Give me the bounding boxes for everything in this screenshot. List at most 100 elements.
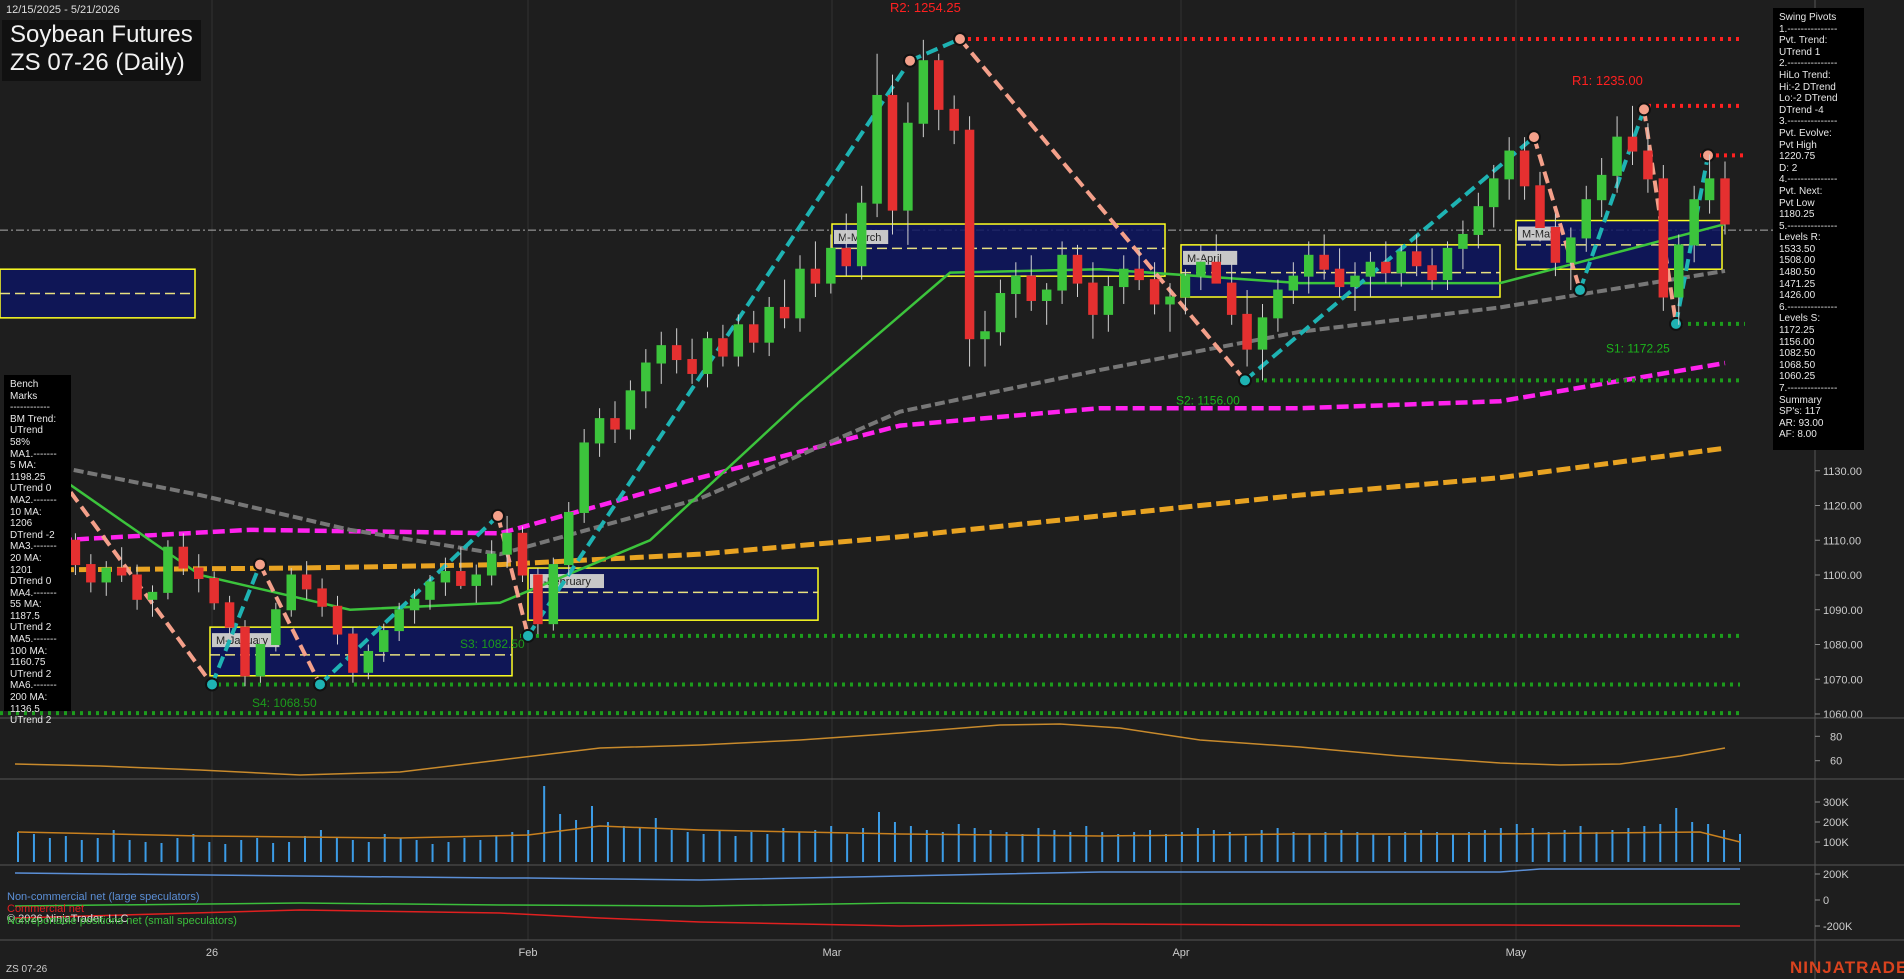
- bench-panel-line: 1201: [10, 564, 33, 576]
- bench-panel-line: UTrend 0: [10, 483, 52, 495]
- candle-body: [1596, 174, 1607, 201]
- candle-body: [779, 306, 790, 319]
- candle-body: [1381, 261, 1391, 274]
- bench-panel-line: UTrend 2: [10, 622, 52, 634]
- chart-title-box: Soybean Futures ZS 07-26 (Daily): [2, 20, 201, 81]
- price-tick-label: 1110.00: [1823, 535, 1861, 547]
- candle-body: [486, 553, 497, 576]
- candle-body: [271, 609, 281, 645]
- swing-panel-line: D: 2: [1779, 162, 1798, 174]
- swing-panel-line: 1156.00: [1779, 336, 1815, 348]
- candle-body: [132, 574, 142, 600]
- bench-panel-line: 1187.5: [10, 610, 40, 622]
- candle-body: [86, 564, 96, 583]
- candle-body: [147, 591, 158, 600]
- candle-body: [1103, 286, 1114, 315]
- candle-body: [1689, 199, 1699, 246]
- cot-tick-label: 200K: [1823, 869, 1849, 881]
- price-tick-label: 1060.00: [1823, 709, 1863, 721]
- pivot-label: S4: 1068.50: [252, 696, 317, 710]
- cot-tick-label: -200K: [1823, 921, 1853, 933]
- swing-panel-line: Lo:-2 DTrend: [1779, 93, 1838, 105]
- candle-body: [301, 574, 312, 590]
- candle-body: [194, 567, 204, 579]
- swing-panel-line: 1082.50: [1779, 348, 1816, 360]
- price-tick-label: 1070.00: [1823, 674, 1863, 686]
- swing-panel-line: Swing Pivots: [1779, 12, 1837, 23]
- candle-body: [1550, 227, 1561, 263]
- candle-body: [810, 268, 821, 284]
- candle-body: [116, 567, 127, 576]
- bench-panel-line: 20 MA:: [10, 552, 42, 564]
- candle-body: [872, 94, 882, 204]
- x-tick-label: Mar: [823, 947, 842, 959]
- bench-panel-line: ------------: [10, 402, 50, 414]
- candle-body: [363, 650, 374, 673]
- bench-marks-panel: Bench Marks ------------ BM Trend: UTrend 5…: [4, 375, 71, 726]
- bench-panel-line: MA2.-------: [10, 494, 57, 506]
- candle-body: [1149, 279, 1160, 305]
- swing-panel-line: Pvt. Trend:: [1779, 35, 1828, 47]
- candle-body: [1427, 265, 1437, 281]
- candle-body: [749, 324, 759, 343]
- bench-panel-line: 100 MA:: [10, 645, 48, 657]
- bench-panel-line: 1206: [10, 518, 33, 530]
- bench-panel-line: DTrend 0: [10, 576, 52, 588]
- candle-body: [1334, 268, 1345, 288]
- candle-body: [903, 122, 913, 211]
- bench-panel-line: UTrend 2: [10, 715, 52, 727]
- candle-body: [394, 609, 404, 632]
- candle-body: [101, 567, 111, 583]
- bench-panel-line: UTrend 58%: [10, 425, 43, 448]
- swing-panel-line: Summary: [1779, 394, 1822, 406]
- bench-panel-line: 1198.25: [10, 471, 46, 483]
- swing-pivot-marker: [1637, 102, 1651, 117]
- candle-body: [1011, 275, 1021, 295]
- swing-panel-line: 1068.50: [1779, 359, 1816, 371]
- bench-panel-line: 1160.75: [10, 657, 46, 669]
- candle-body: [610, 418, 620, 430]
- swing-segment: [909, 37, 961, 63]
- swing-panel-line: 7.---------------: [1779, 383, 1838, 394]
- swing-panel-line: SP's: 117: [1779, 406, 1821, 418]
- candle-body: [887, 94, 898, 211]
- legend-nonreportable: Nonreportable positions net (small specu…: [7, 915, 237, 927]
- bench-panel-line: MA1.-------: [10, 448, 57, 460]
- osc-tick-label: 80: [1830, 731, 1842, 743]
- x-tick-label: 26: [206, 947, 218, 959]
- candle-body: [995, 293, 1006, 333]
- price-tick-label: 1120.00: [1823, 501, 1862, 513]
- candle-body: [1704, 178, 1715, 201]
- candle-body: [471, 574, 481, 586]
- price-tick-label: 1080.00: [1823, 640, 1863, 652]
- candle-body: [795, 268, 805, 319]
- ninjatrader-logo: NINJATRADER: [1790, 958, 1904, 977]
- pivot-label: R2: 1254.25: [890, 0, 961, 15]
- swing-panel-line: 4.---------------: [1779, 174, 1838, 186]
- candle-body: [625, 390, 636, 430]
- candle-body: [317, 588, 327, 607]
- candle-body: [1442, 247, 1453, 281]
- candle-body: [1026, 275, 1036, 301]
- candle-body: [1288, 275, 1299, 291]
- swing-pivot-marker: [953, 31, 967, 46]
- swing-panel-line: Pvt Low: [1779, 197, 1815, 209]
- candle-body: [918, 60, 929, 124]
- footer-symbol: ZS 07-26: [6, 964, 48, 975]
- price-chart[interactable]: 1060.00 1070.00 1080.00 1090.00 1100.00 1110.…: [0, 0, 1904, 979]
- swing-panel-line: 1471.25: [1779, 278, 1816, 290]
- swing-panel-line: 1220.75: [1779, 151, 1816, 163]
- candle-body: [826, 247, 836, 284]
- candle-body: [1396, 251, 1406, 274]
- candle-body: [579, 442, 589, 513]
- swing-panel-line: AF: 8.00: [1779, 429, 1817, 441]
- candle-body: [1072, 254, 1083, 284]
- candle-body: [1489, 178, 1499, 208]
- candle-body: [1473, 206, 1484, 235]
- candle-body: [980, 331, 990, 340]
- price-tick-label: 1130.00: [1823, 466, 1862, 478]
- bench-panel-line: MA4.-------: [10, 587, 57, 599]
- swing-panel-line: AR: 93.00: [1779, 417, 1824, 429]
- candle-body: [1119, 268, 1129, 288]
- candle-body: [856, 202, 867, 267]
